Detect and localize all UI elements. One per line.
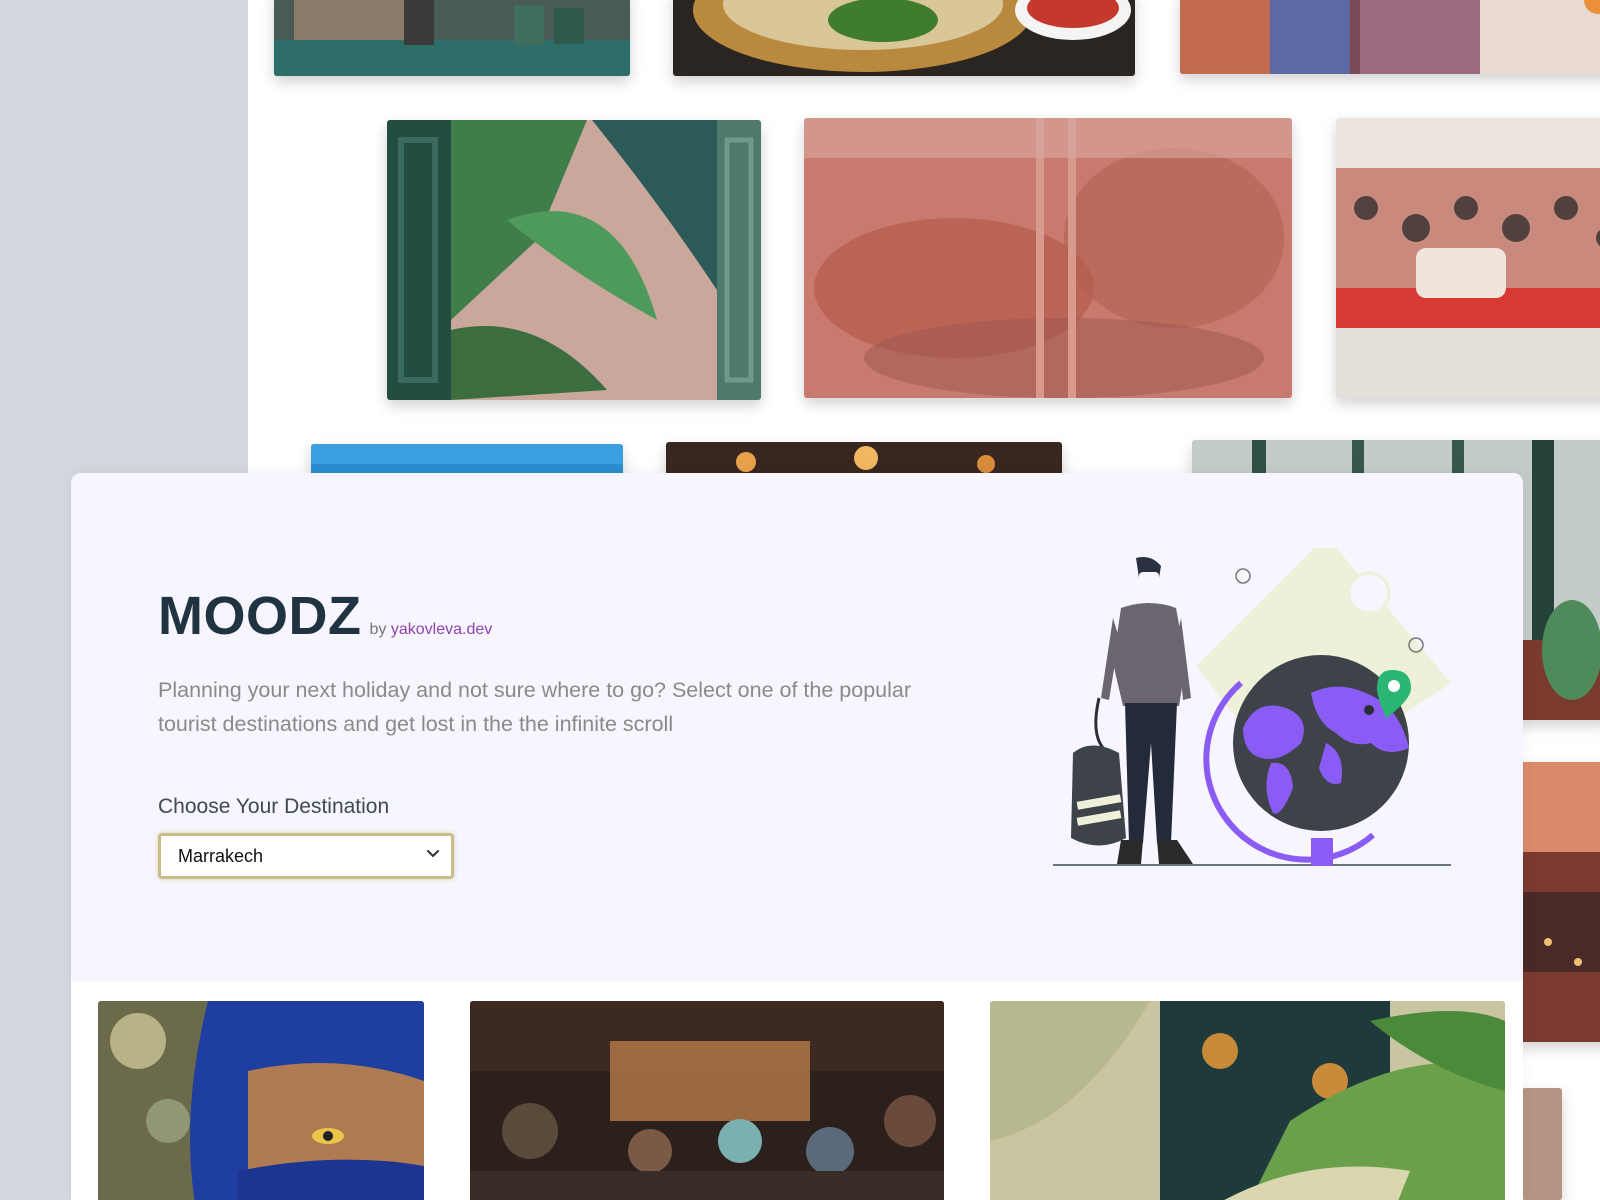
- destination-photo-row: [71, 981, 1523, 1200]
- photo-tiled-bedroom: [1336, 118, 1600, 398]
- app-title: MOODZ: [158, 586, 362, 646]
- traveler-trousers: [1125, 703, 1177, 843]
- photo-tile-souk-crowd[interactable]: [470, 1001, 944, 1200]
- byline-prefix: by: [369, 621, 387, 638]
- photo-tile-market-goods[interactable]: [1180, 0, 1600, 74]
- photo-market-goods: [1180, 0, 1600, 74]
- photo-souk-crowd: [470, 1001, 944, 1200]
- photo-tile-moroccan-food[interactable]: [673, 0, 1135, 76]
- traveler-shirt: [1113, 603, 1186, 706]
- photo-tile-riad-courtyard[interactable]: [274, 0, 630, 76]
- selected-destination: Marrakech: [178, 846, 264, 866]
- title-row: MOODZ by yakovleva.dev: [158, 585, 492, 647]
- main-card: MOODZ by yakovleva.dev Planning your nex…: [71, 473, 1523, 1200]
- photo-tile-pink-wall[interactable]: [804, 118, 1292, 398]
- traveler-globe-illustration: [1053, 548, 1451, 866]
- author-link[interactable]: yakovleva.dev: [391, 621, 492, 638]
- photo-square-sunset: [1518, 762, 1600, 1042]
- globe-stand-base: [1311, 838, 1333, 866]
- photo-tile-blue-turban[interactable]: [98, 1001, 424, 1200]
- app-description: Planning your next holiday and not sure …: [158, 678, 912, 736]
- decor-circle: [1235, 568, 1251, 584]
- photo-moroccan-food: [673, 0, 1135, 76]
- hero-section: MOODZ by yakovleva.dev Planning your nex…: [71, 473, 1523, 981]
- photo-tile-edge[interactable]: [1522, 1088, 1562, 1200]
- traveler-face: [1139, 572, 1159, 600]
- photo-tile-tiled-bedroom[interactable]: [1336, 118, 1600, 398]
- photo-edge: [1522, 1088, 1562, 1200]
- photo-riad-courtyard: [274, 0, 630, 76]
- photo-tile-green-window[interactable]: [387, 120, 761, 400]
- photo-green-window: [387, 120, 761, 400]
- destination-label: Choose Your Destination: [158, 795, 390, 818]
- decor-circle: [1347, 571, 1391, 615]
- destination-select[interactable]: Marrakech: [158, 833, 454, 879]
- photo-banana-leaves: [990, 1001, 1505, 1200]
- photo-pink-wall: [804, 118, 1292, 398]
- byline: by yakovleva.dev: [369, 621, 492, 639]
- photo-blue-turban: [98, 1001, 424, 1200]
- photo-tile-banana-leaves[interactable]: [990, 1001, 1505, 1200]
- chevron-down-icon: [427, 850, 439, 857]
- photo-tile-square-sunset[interactable]: [1518, 762, 1600, 1042]
